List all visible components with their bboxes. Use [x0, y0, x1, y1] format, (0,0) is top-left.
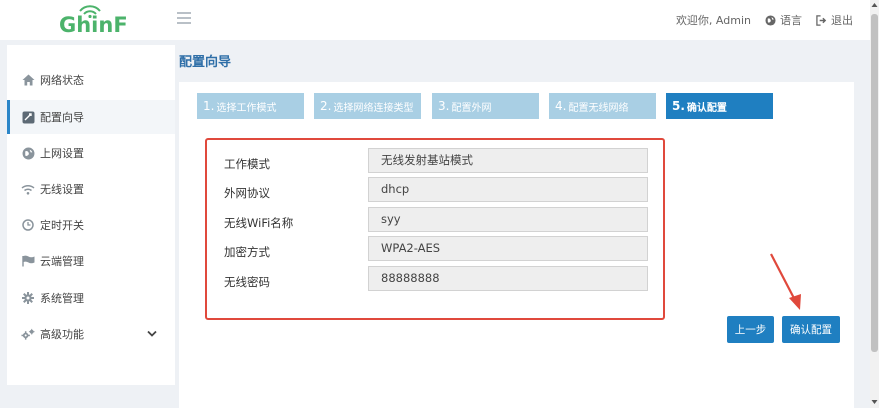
step-select-work-mode: 1. 选择工作模式	[197, 93, 304, 119]
sidebar-item-cloud-management[interactable]: 云端管理	[7, 244, 175, 278]
wifi-icon	[21, 182, 35, 196]
encryption-label: 加密方式	[224, 245, 270, 259]
language-label: 语言	[780, 14, 802, 27]
flag-icon	[21, 254, 35, 268]
encryption-value: WPA2-AES	[368, 236, 648, 261]
gears-icon	[21, 327, 35, 341]
step-select-connection-type: 2. 选择网络连接类型	[314, 93, 421, 119]
wifi-name-value: syy	[368, 207, 648, 232]
scrollbar-thumb[interactable]	[871, 14, 878, 352]
sidebar-item-system-management[interactable]: 系统管理	[7, 281, 175, 315]
scroll-down-icon[interactable]	[871, 399, 878, 405]
vertical-scrollbar[interactable]	[870, 0, 879, 408]
step-label: 确认配置	[686, 102, 727, 114]
step-number: 2.	[320, 99, 332, 113]
top-header: GhinF 欢迎你, Admin 语言 退出	[0, 0, 879, 40]
globe-icon	[765, 14, 776, 26]
sidebar-item-label: 上网设置	[40, 147, 84, 160]
wifi-password-value: 88888888	[368, 266, 648, 291]
step-configure-wireless: 4. 配置无线网络	[549, 93, 656, 119]
confirm-config-button[interactable]: 确认配置	[782, 316, 840, 343]
chevron-down-icon[interactable]	[147, 330, 157, 338]
logout-link[interactable]: 退出	[816, 12, 853, 28]
sidebar-item-wireless-settings[interactable]: 无线设置	[7, 172, 175, 206]
home-icon	[21, 73, 35, 87]
welcome-text: 欢迎你, Admin	[676, 12, 751, 28]
wan-protocol-value: dhcp	[368, 177, 648, 202]
step-label: 配置外网	[451, 102, 492, 114]
logout-icon	[816, 14, 827, 26]
sidebar-item-label: 云端管理	[40, 255, 84, 268]
wifi-password-label: 无线密码	[224, 275, 270, 289]
welcome-label: 欢迎你, Admin	[675, 14, 751, 27]
clock-icon	[21, 218, 35, 232]
sidebar-item-label: 网络状态	[40, 74, 84, 87]
logo-text: GhinF	[59, 13, 128, 37]
scroll-up-icon[interactable]	[871, 2, 878, 8]
wan-protocol-label: 外网协议	[224, 186, 270, 200]
step-number: 4.	[555, 99, 567, 113]
sidebar-item-label: 系统管理	[40, 292, 84, 305]
annotation-arrow-icon	[770, 253, 801, 310]
sidebar-item-network-status[interactable]: 网络状态	[7, 63, 175, 97]
work-mode-value: 无线发射基站模式	[368, 148, 648, 173]
work-mode-label: 工作模式	[224, 157, 270, 171]
sidebar-item-timer-switch[interactable]: 定时开关	[7, 208, 175, 242]
step-label: 配置无线网络	[568, 102, 629, 114]
menu-toggle-icon[interactable]	[177, 12, 191, 24]
brand-logo: GhinF	[59, 4, 128, 37]
sidebar-item-advanced-features[interactable]: 高级功能	[7, 317, 175, 351]
wifi-name-label: 无线WiFi名称	[224, 216, 294, 230]
step-number: 5.	[672, 99, 685, 113]
logout-label: 退出	[831, 14, 853, 27]
sidebar-item-internet-settings[interactable]: 上网设置	[7, 136, 175, 170]
header-user-area: 欢迎你, Admin 语言 退出	[676, 12, 853, 28]
sidebar-item-label: 高级功能	[40, 328, 84, 341]
step-confirm-config: 5. 确认配置	[666, 93, 773, 119]
step-number: 3.	[438, 99, 450, 113]
sidebar-item-setup-wizard[interactable]: 配置向导	[7, 100, 175, 134]
sidebar-item-label: 配置向导	[40, 111, 84, 124]
step-number: 1.	[203, 99, 215, 113]
wizard-steps: 1. 选择工作模式 2. 选择网络连接类型 3. 配置外网 4. 配置无线网络 …	[197, 93, 777, 119]
gear-icon	[21, 291, 35, 305]
wizard-icon	[21, 110, 35, 124]
sidebar-item-label: 无线设置	[40, 183, 84, 196]
step-label: 选择网络连接类型	[333, 102, 414, 114]
previous-step-button[interactable]: 上一步	[727, 316, 774, 343]
sidebar: 网络状态 配置向导 上网设置 无线设置 定时开关 云端管理 系统管理 高级功能	[7, 45, 175, 385]
page-title: 配置向导	[179, 55, 232, 70]
step-label: 选择工作模式	[216, 102, 277, 114]
sidebar-item-label: 定时开关	[40, 219, 84, 232]
language-link[interactable]: 语言	[765, 12, 802, 28]
globe-icon	[21, 146, 35, 160]
step-configure-wan: 3. 配置外网	[432, 93, 539, 119]
